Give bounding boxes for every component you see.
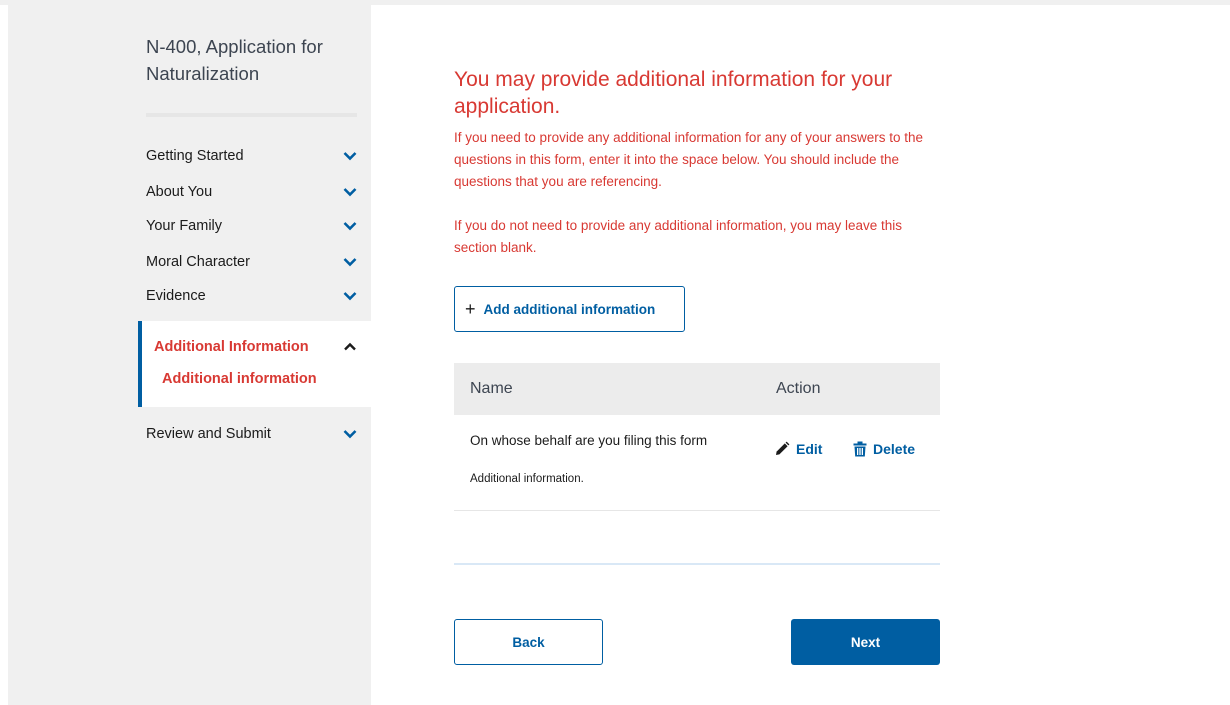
chevron-down-icon bbox=[343, 222, 357, 231]
instructions-paragraph: If you need to provide any additional in… bbox=[454, 130, 924, 189]
column-header-action: Action bbox=[776, 380, 821, 397]
chevron-down-icon bbox=[343, 152, 357, 161]
plus-icon: + bbox=[465, 299, 476, 319]
trash-icon bbox=[853, 441, 867, 457]
edit-label: Edit bbox=[796, 441, 823, 457]
delete-label: Delete bbox=[873, 441, 916, 457]
sidebar-item-additional-information[interactable]: Additional Information bbox=[154, 335, 358, 359]
chevron-down-icon bbox=[343, 258, 357, 267]
edit-button[interactable]: Edit bbox=[774, 441, 822, 457]
delete-button[interactable]: Delete bbox=[853, 441, 915, 457]
sidebar-item-review-and-submit[interactable]: Review and Submit bbox=[146, 422, 358, 446]
sidebar-item-label: Moral Character bbox=[146, 254, 250, 270]
sidebar-item-moral-character[interactable]: Moral Character bbox=[146, 250, 358, 274]
pencil-icon bbox=[776, 441, 790, 455]
column-header-name: Name bbox=[470, 380, 513, 397]
page-heading: You may provide additional information f… bbox=[454, 68, 893, 118]
chevron-up-icon bbox=[344, 342, 356, 351]
sidebar-item-label: Your Family bbox=[146, 218, 223, 234]
sidebar-item-about-you[interactable]: About You bbox=[146, 180, 358, 204]
chevron-down-icon bbox=[343, 292, 357, 301]
sidebar-item-label: Getting Started bbox=[146, 148, 244, 164]
table-header: Name Action bbox=[454, 363, 940, 415]
chevron-down-icon bbox=[343, 430, 357, 439]
add-button-label: Add additional information bbox=[483, 301, 656, 317]
sidebar-item-getting-started[interactable]: Getting Started bbox=[146, 144, 358, 168]
sidebar-item-label: Evidence bbox=[146, 288, 206, 304]
sidebar-subitem-additional-information[interactable]: Additional information bbox=[162, 371, 317, 387]
sidebar-item-label: Review and Submit bbox=[146, 426, 271, 442]
row-description: Additional information. bbox=[470, 473, 584, 485]
sidebar-item-label: Additional Information bbox=[154, 339, 309, 355]
chevron-down-icon bbox=[343, 188, 357, 197]
row-name: On whose behalf are you filing this form bbox=[470, 433, 708, 448]
next-button[interactable]: Next bbox=[791, 619, 940, 665]
sidebar-item-evidence[interactable]: Evidence bbox=[146, 284, 358, 308]
active-section-panel bbox=[138, 321, 371, 407]
sidebar-item-your-family[interactable]: Your Family bbox=[146, 214, 358, 238]
table-row: On whose behalf are you filing this form… bbox=[454, 415, 940, 511]
blank-section-note: If you do not need to provide any additi… bbox=[454, 218, 903, 255]
back-button[interactable]: Back bbox=[454, 619, 603, 665]
title-divider bbox=[146, 113, 357, 117]
add-additional-information-button[interactable]: + Add additional information bbox=[454, 286, 685, 332]
sidebar-item-label: About You bbox=[146, 184, 213, 200]
app-title: N-400, Application for Naturalization bbox=[146, 36, 323, 84]
section-divider bbox=[454, 563, 940, 565]
